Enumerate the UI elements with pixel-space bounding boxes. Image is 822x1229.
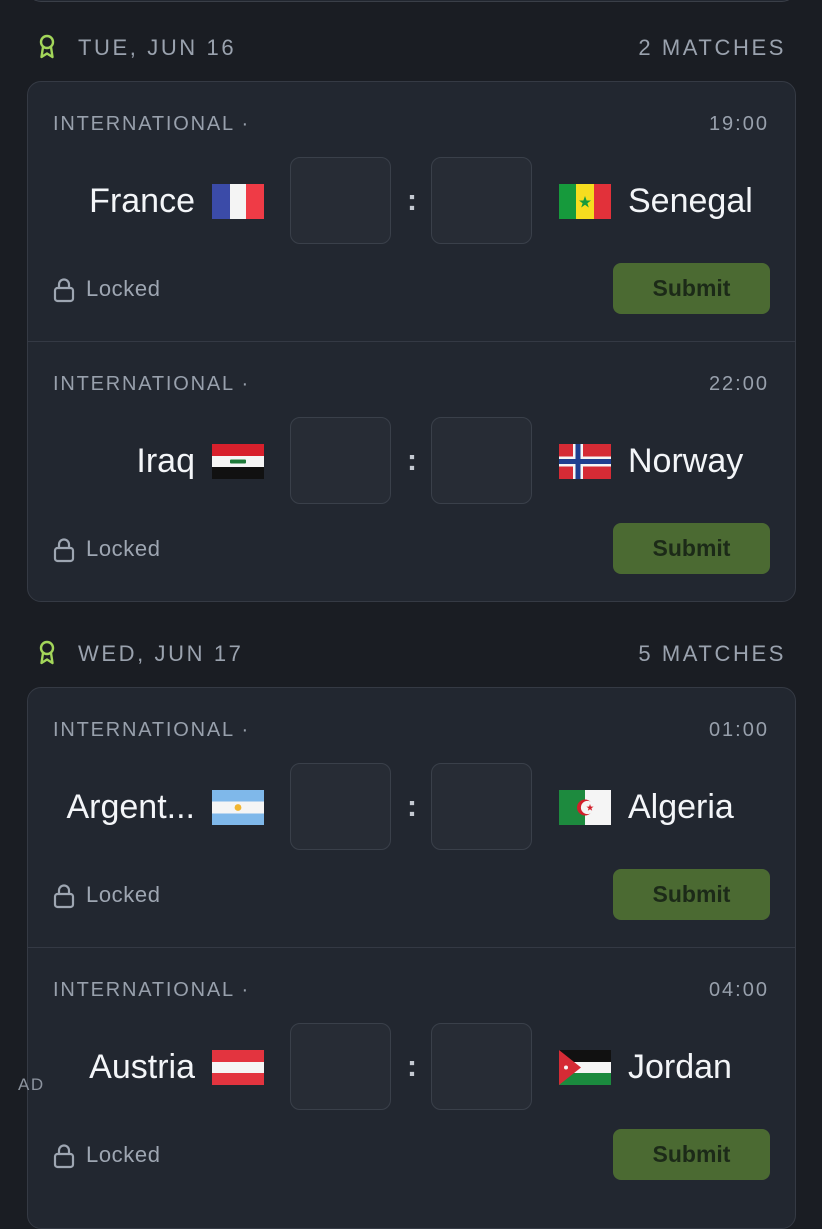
home-score-input[interactable]	[290, 157, 391, 244]
day-title: WED, JUN 17	[78, 641, 244, 666]
score-separator: :	[407, 184, 417, 217]
home-team-name: Austria	[89, 1048, 195, 1086]
previous-card-edge	[27, 0, 796, 2]
away-score-input[interactable]	[431, 763, 532, 850]
locked-label: Locked	[86, 536, 161, 561]
away-team-name: Jordan	[628, 1048, 732, 1086]
day-header: TUE, JUN 16 2 MATCHES	[0, 16, 822, 76]
away-score-input[interactable]	[431, 157, 532, 244]
away-score-input[interactable]	[431, 1023, 532, 1110]
day-title: TUE, JUN 16	[78, 35, 237, 60]
league-label: INTERNATIONAL ·	[53, 113, 251, 135]
league-label: INTERNATIONAL ·	[53, 979, 251, 1001]
award-icon	[39, 34, 55, 59]
ad-label: AD	[18, 1075, 45, 1094]
day-section: WED, JUN 17 5 MATCHES	[0, 622, 822, 682]
home-score-input[interactable]	[290, 417, 391, 504]
league-label: INTERNATIONAL ·	[53, 719, 251, 741]
locked-label: Locked	[86, 1142, 161, 1167]
match-row: INTERNATIONAL · 01:00 Argent... : Algeri…	[28, 688, 795, 947]
home-team-name: France	[89, 182, 195, 220]
submit-button[interactable]: Submit	[613, 1129, 770, 1180]
home-score-input[interactable]	[290, 763, 391, 850]
locked-label: Locked	[86, 882, 161, 907]
submit-button[interactable]: Submit	[613, 263, 770, 314]
kickoff-time: 19:00	[708, 113, 769, 135]
submit-button[interactable]: Submit	[613, 523, 770, 574]
day-header: WED, JUN 17 5 MATCHES	[0, 622, 822, 682]
flag-iraq-icon	[212, 444, 264, 479]
league-label: INTERNATIONAL ·	[53, 373, 251, 395]
lock-icon	[53, 278, 75, 303]
flag-jordan-icon	[559, 1050, 611, 1085]
away-team-name: Algeria	[628, 788, 734, 826]
score-separator: :	[407, 444, 417, 477]
kickoff-time: 04:00	[708, 979, 769, 1001]
match-row: INTERNATIONAL · 19:00 France : Senegal L…	[28, 82, 795, 341]
flag-austria-icon	[212, 1050, 264, 1085]
flag-france-icon	[212, 184, 264, 219]
home-team-name: Argent...	[66, 788, 195, 826]
locked-label: Locked	[86, 276, 161, 301]
away-score-input[interactable]	[431, 417, 532, 504]
award-icon	[39, 640, 55, 665]
day-section: TUE, JUN 16 2 MATCHES	[0, 16, 822, 76]
away-team-name: Senegal	[628, 182, 753, 220]
away-team-name: Norway	[628, 442, 744, 480]
score-separator: :	[407, 790, 417, 823]
match-row: INTERNATIONAL · 22:00 Iraq : Norway Lock…	[28, 341, 795, 601]
match-row: INTERNATIONAL · 04:00 Austria : Jordan L…	[28, 947, 795, 1207]
home-team-name: Iraq	[136, 442, 195, 480]
flag-argentina-icon	[212, 790, 264, 825]
score-separator: :	[407, 1050, 417, 1083]
lock-icon	[53, 884, 75, 909]
match-card: INTERNATIONAL · 19:00 France : Senegal L…	[27, 81, 796, 602]
flag-algeria-icon	[559, 790, 611, 825]
lock-icon	[53, 538, 75, 563]
match-count: 5 MATCHES	[638, 641, 786, 666]
home-score-input[interactable]	[290, 1023, 391, 1110]
submit-button[interactable]: Submit	[613, 869, 770, 920]
kickoff-time: 01:00	[708, 719, 769, 741]
match-count: 2 MATCHES	[638, 35, 786, 60]
lock-icon	[53, 1144, 75, 1169]
flag-norway-icon	[559, 444, 611, 479]
kickoff-time: 22:00	[708, 373, 769, 395]
match-card: INTERNATIONAL · 01:00 Argent... : Algeri…	[27, 687, 796, 1229]
flag-senegal-icon	[559, 184, 611, 219]
